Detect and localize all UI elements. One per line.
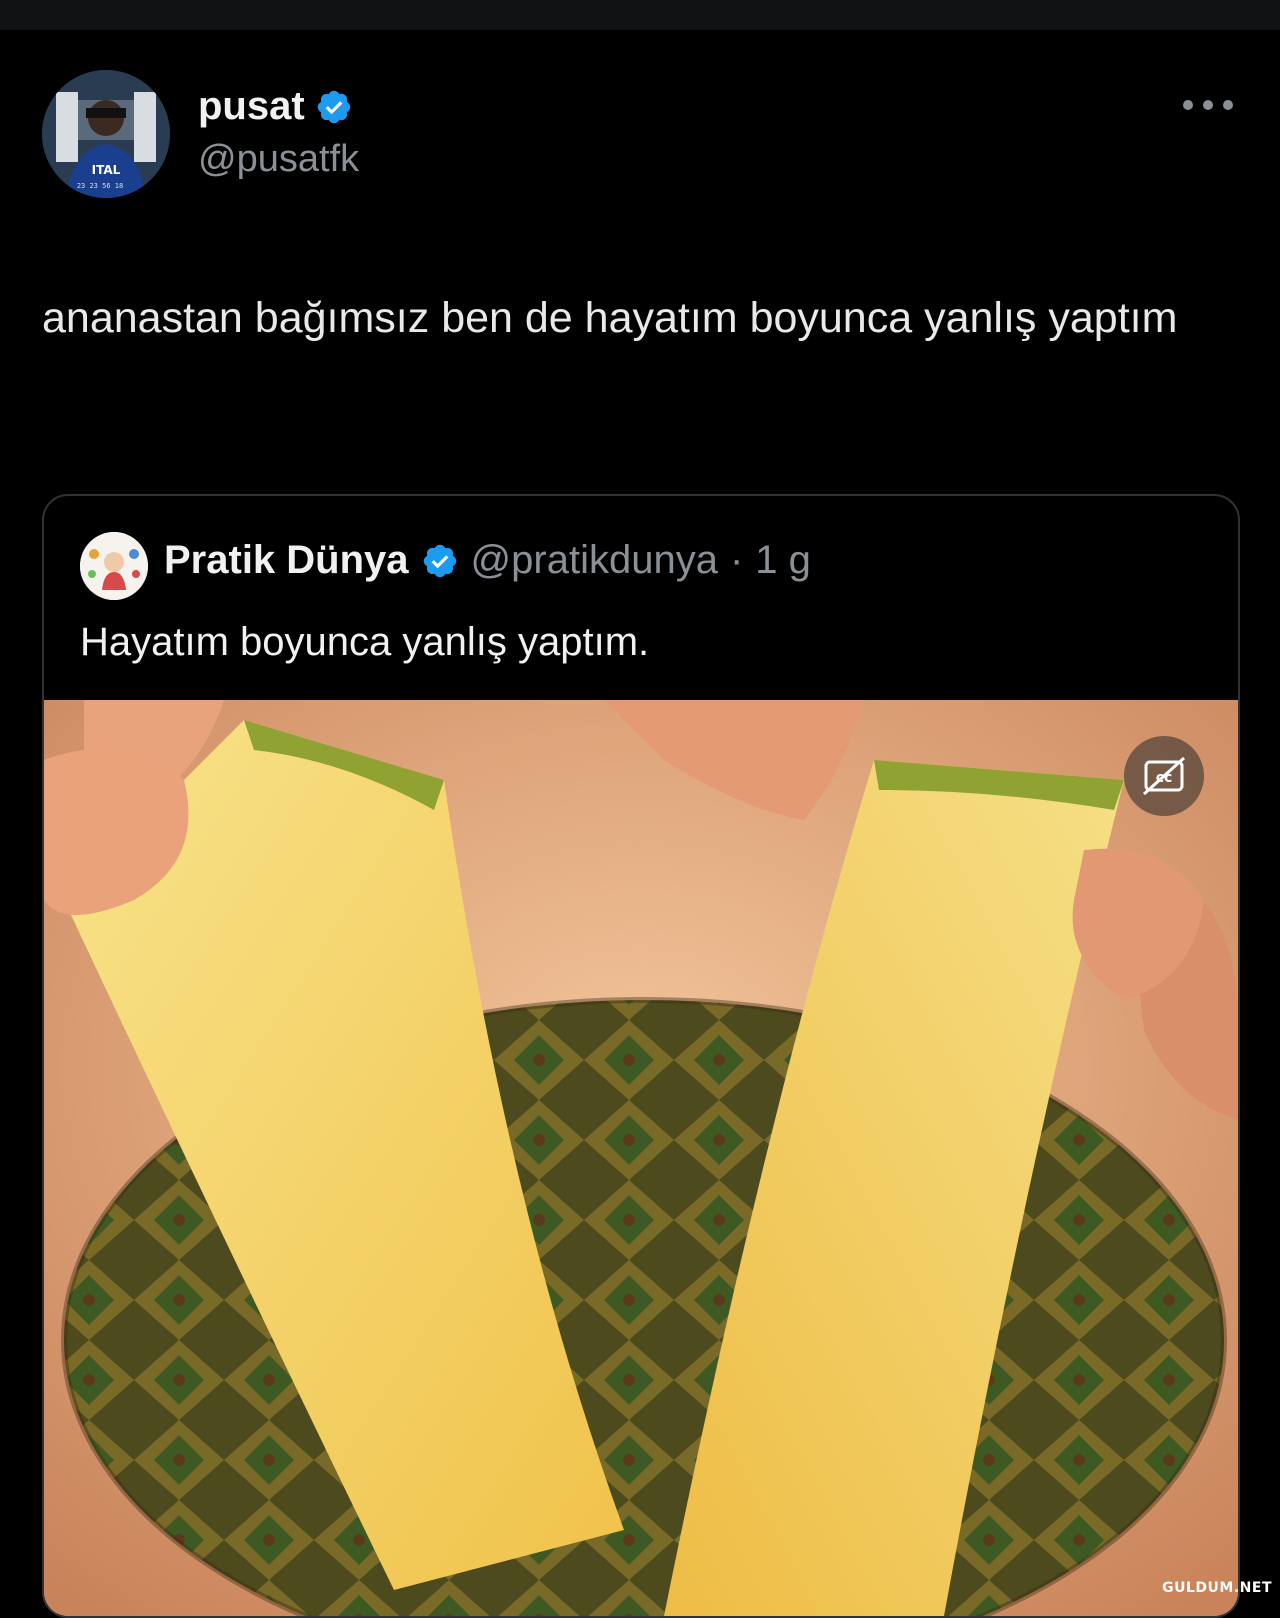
quoted-author-avatar[interactable]	[80, 532, 148, 600]
quoted-tweet-text: Hayatım boyunca yanlış yaptım.	[80, 620, 650, 664]
header-separator: ·	[729, 538, 744, 582]
more-horizontal-icon[interactable]	[1180, 90, 1236, 120]
svg-text:23 23 56 18: 23 23 56 18	[77, 182, 123, 190]
status-bar	[0, 0, 1280, 30]
captions-off-button[interactable]: cc	[1124, 736, 1204, 816]
quoted-tweet-card[interactable]: Pratik Dünya @pratikdunya · 1 g Hayatım …	[42, 494, 1240, 1618]
captions-off-icon: cc	[1142, 756, 1186, 796]
watermark-text: GULDUM.NET	[1162, 1580, 1272, 1596]
author-handle[interactable]: @pusatfk	[198, 138, 359, 181]
quoted-verified-badge-icon	[423, 544, 456, 577]
avatar-image: ITAL 23 23 56 18	[42, 70, 170, 198]
quoted-author-handle[interactable]: @pratikdunya	[471, 538, 718, 583]
quoted-avatar-image	[80, 532, 148, 600]
video-frame-image	[44, 700, 1238, 1616]
pineapple-video-thumbnail[interactable]: cc	[44, 700, 1238, 1616]
svg-text:ITAL: ITAL	[92, 163, 121, 177]
author-avatar[interactable]: ITAL 23 23 56 18	[42, 70, 170, 198]
tweet-text: ananastan bağımsız ben de hayatım boyunc…	[42, 294, 1178, 342]
verified-badge-icon	[317, 90, 350, 123]
quoted-timestamp[interactable]: 1 g	[755, 538, 811, 583]
author-name-row[interactable]: pusat	[198, 84, 353, 129]
author-name[interactable]: pusat	[198, 84, 305, 129]
quoted-header: Pratik Dünya @pratikdunya · 1 g	[164, 538, 811, 583]
quoted-author-name[interactable]: Pratik Dünya	[164, 538, 409, 583]
